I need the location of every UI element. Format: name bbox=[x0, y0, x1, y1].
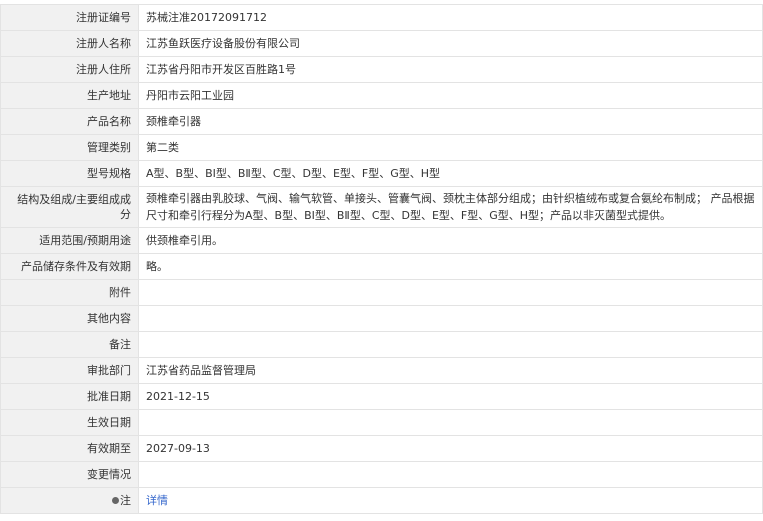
row-label: 审批部门 bbox=[0, 357, 139, 384]
table-row: 结构及组成/主要组成成分 颈椎牵引器由乳胶球、气阀、输气软管、单接头、管囊气阀、… bbox=[0, 186, 763, 228]
note-value-cell: 详情 bbox=[138, 487, 763, 514]
row-label: 注册人住所 bbox=[0, 56, 139, 83]
table-row: 其他内容 bbox=[0, 305, 763, 332]
table-row: 有效期至 2027-09-13 bbox=[0, 435, 763, 462]
row-label: 备注 bbox=[0, 331, 139, 358]
row-label: 批准日期 bbox=[0, 383, 139, 410]
table-row: 型号规格 A型、B型、BⅠ型、BⅡ型、C型、D型、E型、F型、G型、H型 bbox=[0, 160, 763, 187]
note-marker-icon bbox=[112, 497, 119, 504]
table-row: 注册证编号 苏械注准20172091712 bbox=[0, 4, 763, 31]
row-label: 注 bbox=[120, 494, 131, 507]
row-value: 2021-12-15 bbox=[138, 383, 763, 410]
table-row: 注 详情 bbox=[0, 487, 763, 514]
row-label: 产品名称 bbox=[0, 108, 139, 135]
row-label: 其他内容 bbox=[0, 305, 139, 332]
row-value: 丹阳市云阳工业园 bbox=[138, 82, 763, 109]
row-label: 附件 bbox=[0, 279, 139, 306]
row-value bbox=[138, 305, 763, 332]
detail-link[interactable]: 详情 bbox=[146, 494, 168, 507]
registration-detail-table: 注册证编号 苏械注准20172091712 注册人名称 江苏鱼跃医疗设备股份有限… bbox=[0, 4, 763, 514]
row-value: 颈椎牵引器 bbox=[138, 108, 763, 135]
row-value: 第二类 bbox=[138, 134, 763, 161]
table-row: 注册人名称 江苏鱼跃医疗设备股份有限公司 bbox=[0, 30, 763, 57]
row-value: 江苏省丹阳市开发区百胜路1号 bbox=[138, 56, 763, 83]
row-label: 产品储存条件及有效期 bbox=[0, 253, 139, 280]
row-label: 注册证编号 bbox=[0, 4, 139, 31]
table-row: 生效日期 bbox=[0, 409, 763, 436]
row-value bbox=[138, 331, 763, 358]
row-value: 颈椎牵引器由乳胶球、气阀、输气软管、单接头、管囊气阀、颈枕主体部分组成；由针织植… bbox=[138, 186, 763, 228]
row-label: 结构及组成/主要组成成分 bbox=[0, 186, 139, 228]
row-label: 有效期至 bbox=[0, 435, 139, 462]
table-row: 变更情况 bbox=[0, 461, 763, 488]
table-row: 审批部门 江苏省药品监督管理局 bbox=[0, 357, 763, 384]
note-label-cell: 注 bbox=[0, 487, 139, 514]
table-row: 管理类别 第二类 bbox=[0, 134, 763, 161]
row-value: 苏械注准20172091712 bbox=[138, 4, 763, 31]
row-label: 生产地址 bbox=[0, 82, 139, 109]
row-label: 注册人名称 bbox=[0, 30, 139, 57]
row-value bbox=[138, 279, 763, 306]
row-value: 江苏鱼跃医疗设备股份有限公司 bbox=[138, 30, 763, 57]
table-row: 适用范围/预期用途 供颈椎牵引用。 bbox=[0, 227, 763, 254]
row-label: 生效日期 bbox=[0, 409, 139, 436]
row-label: 适用范围/预期用途 bbox=[0, 227, 139, 254]
table-row: 批准日期 2021-12-15 bbox=[0, 383, 763, 410]
table-row: 备注 bbox=[0, 331, 763, 358]
table-row: 附件 bbox=[0, 279, 763, 306]
row-value bbox=[138, 461, 763, 488]
row-value: 供颈椎牵引用。 bbox=[138, 227, 763, 254]
row-value: A型、B型、BⅠ型、BⅡ型、C型、D型、E型、F型、G型、H型 bbox=[138, 160, 763, 187]
table-row: 产品储存条件及有效期 略。 bbox=[0, 253, 763, 280]
row-value bbox=[138, 409, 763, 436]
row-label: 型号规格 bbox=[0, 160, 139, 187]
row-label: 管理类别 bbox=[0, 134, 139, 161]
row-value: 江苏省药品监督管理局 bbox=[138, 357, 763, 384]
row-label: 变更情况 bbox=[0, 461, 139, 488]
table-row: 产品名称 颈椎牵引器 bbox=[0, 108, 763, 135]
table-row: 注册人住所 江苏省丹阳市开发区百胜路1号 bbox=[0, 56, 763, 83]
table-row: 生产地址 丹阳市云阳工业园 bbox=[0, 82, 763, 109]
row-value: 略。 bbox=[138, 253, 763, 280]
row-value: 2027-09-13 bbox=[138, 435, 763, 462]
